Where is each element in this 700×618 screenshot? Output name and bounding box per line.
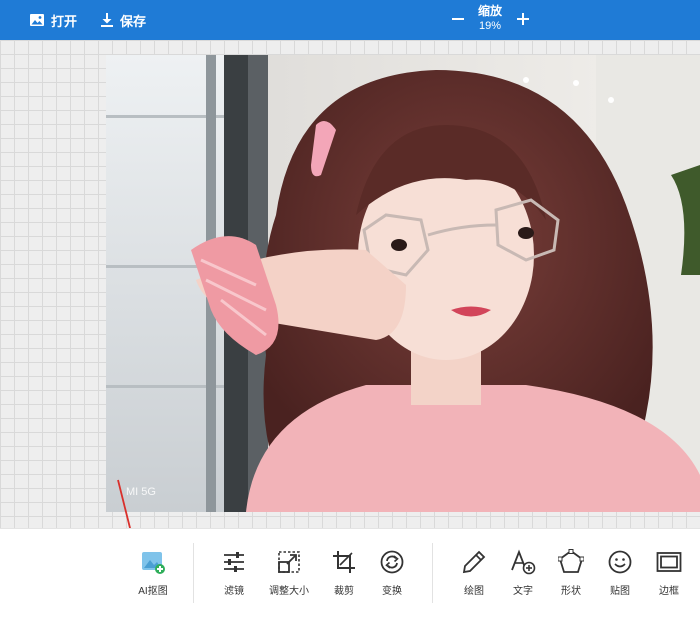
smiley-icon [608, 550, 632, 574]
border-label: 边框 [659, 586, 679, 597]
zoom-title: 缩放 [477, 4, 502, 18]
tool-draw[interactable]: 绘图 [446, 549, 502, 597]
resize-icon [278, 551, 300, 573]
crop-label: 裁剪 [334, 586, 354, 597]
save-label: 保存 [120, 13, 147, 29]
text-add-icon [511, 549, 536, 575]
tool-sticker[interactable]: 贴图 [592, 549, 648, 597]
ai-cutout-icon [142, 552, 165, 574]
zoom-value: 19% [478, 20, 502, 32]
sliders-icon [224, 552, 244, 572]
save-button[interactable]: 保存 [100, 9, 146, 31]
image-icon [29, 12, 45, 28]
filter-label: 滤镜 [224, 586, 244, 597]
sticker-label: 贴图 [610, 586, 630, 597]
tool-transform[interactable]: 变换 [364, 549, 420, 597]
minus-icon [452, 18, 464, 20]
text-label: 文字 [513, 586, 533, 597]
bottom-toolbar: AI抠图 滤镜 调整大小 裁剪 变换 绘图 文字 形状 贴图 边框 [0, 528, 700, 618]
shape-label: 形状 [561, 586, 581, 597]
toolbar-divider [193, 543, 194, 603]
resize-label: 调整大小 [269, 586, 309, 597]
tool-ai-cutout[interactable]: AI抠图 [125, 549, 181, 597]
download-icon [100, 12, 114, 28]
crop-icon [333, 551, 355, 573]
editor-canvas[interactable]: MI 5G [0, 40, 700, 528]
zoom-in-button[interactable] [514, 8, 532, 30]
tool-shape[interactable]: 形状 [543, 549, 599, 597]
tool-resize[interactable]: 调整大小 [261, 549, 317, 597]
pencil-icon [462, 550, 486, 574]
edited-photo[interactable]: MI 5G [106, 55, 700, 512]
rotate-icon [380, 550, 404, 574]
open-button[interactable]: 打开 [29, 9, 77, 31]
zoom-indicator: 缩放 19% [470, 4, 510, 33]
draw-label: 绘图 [464, 586, 484, 597]
open-label: 打开 [51, 13, 78, 29]
transform-label: 变换 [382, 586, 402, 597]
frame-icon [656, 552, 682, 572]
plus-icon [517, 13, 529, 25]
top-toolbar: 打开 保存 缩放 19% [0, 0, 700, 40]
tool-border[interactable]: 边框 [641, 549, 697, 597]
ai-cutout-label: AI抠图 [138, 586, 168, 597]
tool-filter[interactable]: 滤镜 [206, 549, 262, 597]
toolbar-divider [432, 543, 433, 603]
zoom-out-button[interactable] [449, 8, 467, 30]
shape-icon [558, 549, 584, 573]
